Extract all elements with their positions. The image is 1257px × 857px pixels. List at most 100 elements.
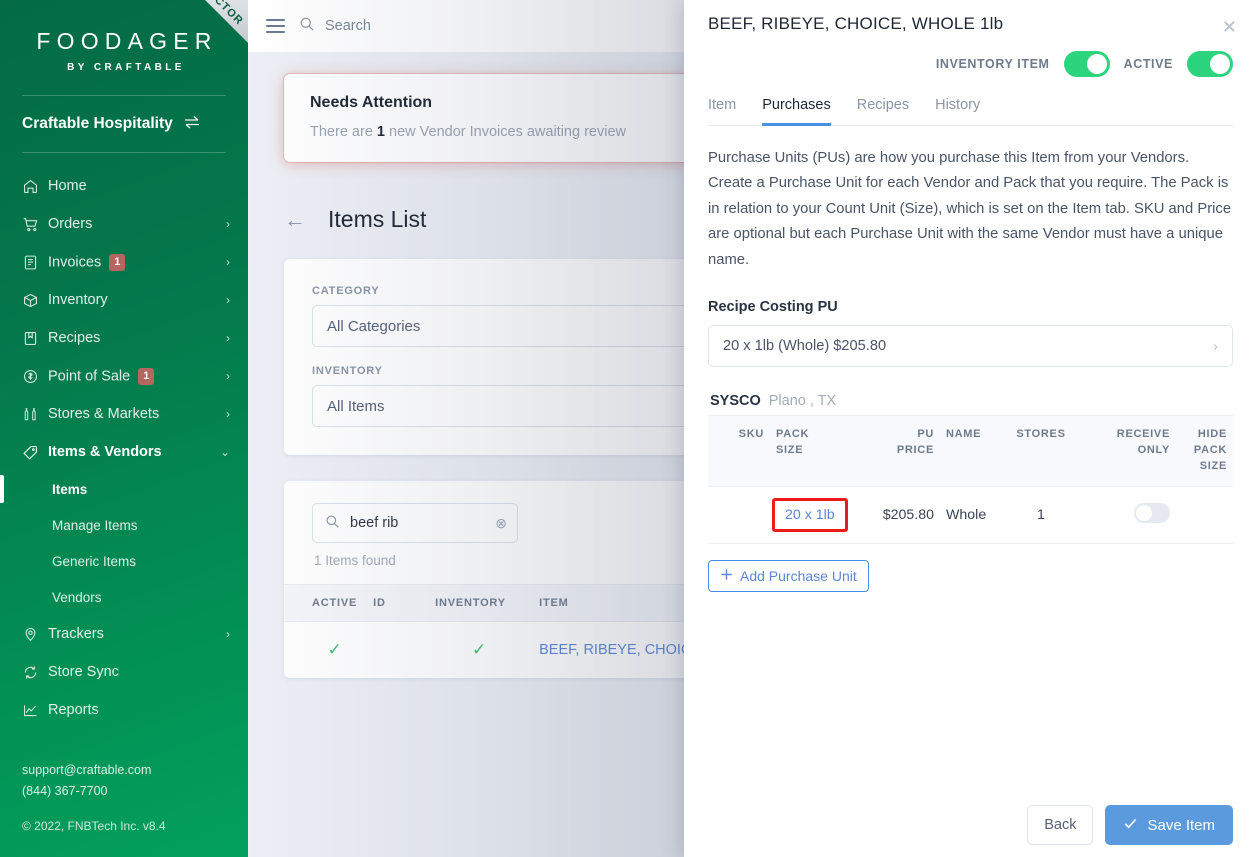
plus-icon [720, 568, 733, 584]
pu-header-pu-price: PU PRICE [856, 415, 940, 487]
sidebar-item-items-and-vendors[interactable]: Items & Vendors ⌄ [0, 433, 248, 471]
pu-header-sku: SKU [708, 415, 770, 487]
close-icon[interactable]: ✕ [1222, 18, 1237, 36]
drawer-tabs: Item Purchases Recipes History [708, 97, 1257, 126]
switch-arrows-icon [183, 115, 201, 133]
recipe-costing-pu-select[interactable]: 20 x 1lb (Whole) $205.80 › [708, 325, 1233, 368]
category-select[interactable]: All Categories › [312, 305, 737, 347]
sidebar-item-vendors[interactable]: Vendors [0, 579, 248, 615]
inventory-item-toggle[interactable] [1063, 51, 1110, 77]
pu-header-hide-pack-size: HIDE PACK SIZE [1176, 415, 1233, 487]
app-root: DIRECTOR FOODAGER BY CRAFTABLE Craftable… [0, 0, 1257, 857]
sidebar-item-invoices[interactable]: Invoices 1 › [0, 243, 248, 281]
pack-size-link[interactable]: 20 x 1lb [785, 507, 835, 523]
search-input[interactable]: beef rib ⊗ [312, 503, 518, 543]
sidebar-item-generic-items[interactable]: Generic Items [0, 543, 248, 579]
vendor-location: Plano , TX [768, 393, 837, 410]
add-purchase-unit-button[interactable]: Add Purchase Unit [708, 560, 869, 592]
page-title: Items List [328, 206, 427, 232]
sync-icon [22, 664, 48, 681]
item-detail-drawer: BEEF, RIBEYE, CHOICE, WHOLE 1lb ✕ INVENT… [684, 0, 1257, 857]
active-toggle-label: ACTIVE [1123, 57, 1173, 71]
support-email[interactable]: support@craftable.com [22, 760, 166, 781]
tab-item[interactable]: Item [708, 97, 736, 126]
org-name: Craftable Hospitality [22, 115, 173, 132]
sidebar-item-point-of-sale-label: Point of Sale 1 [48, 367, 226, 385]
back-arrow-icon[interactable]: ← [284, 208, 306, 231]
back-button[interactable]: Back [1027, 805, 1094, 845]
pu-cell-name: Whole [940, 486, 1002, 544]
pu-cell-pack-size[interactable]: 20 x 1lb [770, 486, 856, 544]
chart-icon [22, 702, 48, 719]
sidebar-item-stores-and-markets-label: Stores & Markets [48, 406, 160, 422]
sidebar-item-orders[interactable]: Orders › [0, 205, 248, 243]
clear-circle-icon[interactable]: ⊗ [495, 515, 507, 532]
category-filter-label: CATEGORY [312, 285, 380, 297]
sidebar-item-point-of-sale[interactable]: Point of Sale 1 › [0, 357, 248, 395]
check-icon: ✓ [327, 640, 342, 659]
chevron-down-icon: ⌄ [219, 445, 230, 459]
tab-purchases[interactable]: Purchases [762, 97, 831, 126]
sidebar-item-trackers-label: Trackers [48, 626, 104, 642]
sidebar-item-reports[interactable]: Reports [0, 691, 248, 729]
pu-header-receive-only: RECEIVE ONLY [1080, 415, 1176, 487]
recipe-costing-pu-value: 20 x 1lb (Whole) $205.80 [723, 338, 887, 355]
pu-cell-pu-price: $205.80 [856, 486, 940, 544]
support-phone: (844) 367-7700 [22, 783, 108, 798]
sidebar-item-recipes[interactable]: Recipes › [0, 319, 248, 357]
needs-attention-count: 1 [376, 124, 385, 140]
sidebar-item-orders-label: Orders [48, 216, 93, 232]
bottles-icon [22, 406, 48, 423]
tag-icon [22, 444, 48, 461]
sidebar-item-inventory-label: Inventory [48, 292, 108, 308]
cart-icon [22, 216, 48, 233]
drawer-title: BEEF, RIBEYE, CHOICE, WHOLE 1lb [708, 14, 1004, 33]
save-item-button[interactable]: Save Item [1105, 805, 1233, 845]
pu-header-name: NAME [940, 415, 1002, 487]
sidebar-item-stores-and-markets[interactable]: Stores & Markets › [0, 395, 248, 433]
toggle-knob [1136, 505, 1152, 521]
item-link[interactable]: BEEF, RIBEYE, CHOICE [539, 642, 701, 658]
inventory-select[interactable]: All Items › [312, 385, 737, 427]
pu-header-stores: STORES [1002, 415, 1080, 487]
sidebar-divider-bottom [22, 152, 226, 153]
chevron-right-icon: › [226, 369, 230, 383]
pin-icon [22, 626, 48, 643]
brand-logo: FOODAGER BY CRAFTABLE [0, 0, 248, 73]
purchase-units-header-row: SKU PACK SIZE PU PRICE NAME STORES RECEIVE… [708, 415, 1233, 487]
sidebar-item-manage-items-label: Manage Items [52, 517, 138, 533]
toggle-knob [1086, 54, 1107, 74]
global-search-placeholder: Search [325, 18, 371, 34]
hamburger-icon[interactable] [266, 19, 285, 33]
sidebar-item-items[interactable]: Items [0, 471, 248, 507]
category-select-value: All Categories [327, 317, 421, 335]
vendor-heading: SYSCO Plano , TX [710, 393, 1233, 409]
add-purchase-unit-label: Add Purchase Unit [740, 568, 857, 584]
drawer-toggles: INVENTORY ITEM ACTIVE [708, 51, 1233, 77]
sidebar-item-manage-items[interactable]: Manage Items [0, 507, 248, 543]
table-row[interactable]: 20 x 1lb $205.80 Whole 1 [708, 486, 1233, 544]
sidebar-item-home[interactable]: Home [0, 167, 248, 205]
org-switcher[interactable]: Craftable Hospitality [0, 96, 248, 152]
invoices-badge: 1 [109, 253, 126, 271]
active-toggle[interactable] [1187, 51, 1233, 77]
drawer-header: BEEF, RIBEYE, CHOICE, WHOLE 1lb ✕ INVENT… [684, 0, 1257, 77]
recipe-costing-pu-label: Recipe Costing PU [708, 299, 838, 316]
chevron-right-icon: › [226, 627, 230, 641]
toggle-knob [1210, 54, 1230, 74]
receive-only-toggle[interactable] [1134, 503, 1170, 523]
dollar-circle-icon [22, 368, 48, 385]
search-input-value: beef rib [350, 515, 399, 531]
items-header-id: ID [365, 584, 428, 622]
sidebar-item-trackers[interactable]: Trackers › [0, 615, 248, 653]
tab-recipes[interactable]: Recipes [857, 97, 909, 126]
global-search[interactable]: Search [299, 16, 371, 37]
sidebar-item-store-sync-label: Store Sync [48, 664, 119, 680]
chevron-right-icon: › [226, 255, 230, 269]
check-icon [1123, 816, 1138, 835]
drawer-body: Purchase Units (PUs) are how you purchas… [684, 126, 1257, 592]
items-header-active: ACTIVE [284, 584, 366, 622]
sidebar-item-store-sync[interactable]: Store Sync [0, 653, 248, 691]
sidebar-item-inventory[interactable]: Inventory › [0, 281, 248, 319]
tab-history[interactable]: History [935, 97, 980, 126]
